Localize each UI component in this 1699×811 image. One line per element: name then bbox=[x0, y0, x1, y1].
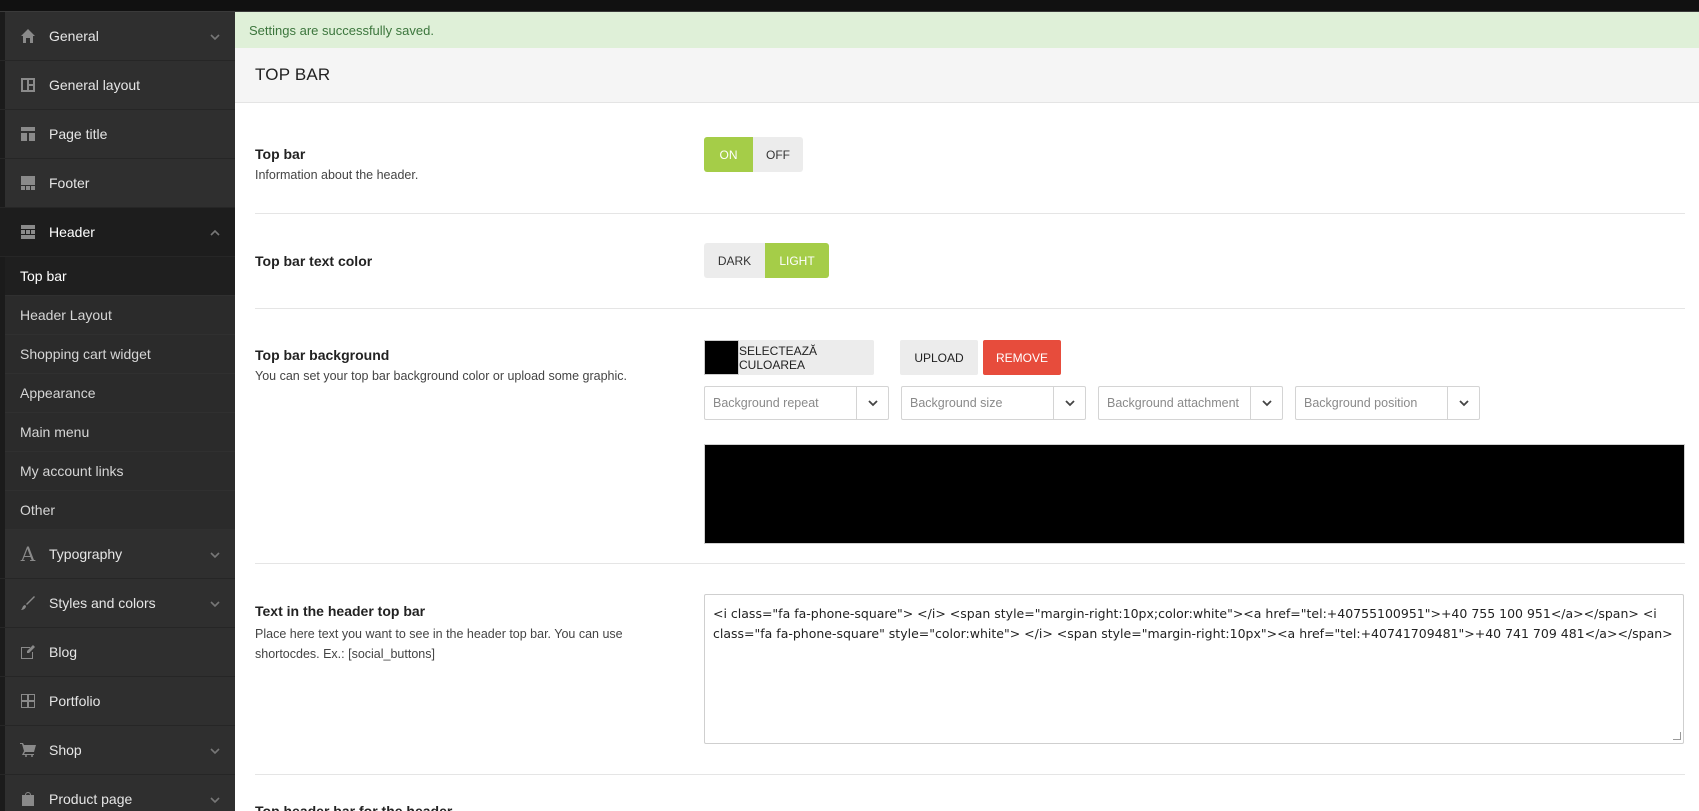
setting-header-text: Text in the header top bar Place here te… bbox=[255, 564, 1685, 775]
footer-icon bbox=[19, 174, 37, 192]
sidebar-item-portfolio[interactable]: Portfolio bbox=[0, 677, 235, 726]
sidebar-item-product-page[interactable]: Product page bbox=[0, 775, 235, 811]
background-preview bbox=[704, 444, 1685, 544]
sidebar-subitem-other[interactable]: Other bbox=[0, 491, 235, 530]
sidebar-item-shop[interactable]: Shop bbox=[0, 726, 235, 775]
sidebar-item-label: Product page bbox=[49, 791, 133, 807]
select-placeholder: Background attachment bbox=[1107, 396, 1240, 410]
sidebar-subitem-appearance[interactable]: Appearance bbox=[0, 374, 235, 413]
page-title-icon bbox=[19, 125, 37, 143]
sidebar-item-label: Header bbox=[49, 224, 95, 240]
sidebar-subitem-main-menu[interactable]: Main menu bbox=[0, 413, 235, 452]
chevron-down-icon bbox=[1250, 387, 1282, 419]
chevron-down-icon bbox=[856, 387, 888, 419]
chevron-down-icon bbox=[209, 30, 221, 42]
setting-description: Information about the header. bbox=[255, 168, 419, 182]
sidebar-item-general[interactable]: General bbox=[0, 12, 235, 61]
select-color-button[interactable]: SELECTEAZĂ CULOAREA bbox=[739, 340, 874, 375]
header-icon bbox=[19, 223, 37, 241]
chevron-down-icon bbox=[1447, 387, 1479, 419]
sidebar-item-label: Typography bbox=[49, 546, 123, 562]
top-bar-off-button[interactable]: OFF bbox=[753, 137, 803, 172]
chevron-up-icon bbox=[209, 226, 221, 238]
top-bar-on-button[interactable]: ON bbox=[704, 137, 753, 172]
page-title: TOP BAR bbox=[255, 65, 331, 84]
chevron-down-icon bbox=[1053, 387, 1085, 419]
resize-handle[interactable] bbox=[1673, 732, 1681, 740]
sidebar-item-label: Footer bbox=[49, 175, 90, 191]
sidebar-item-label: Blog bbox=[49, 644, 78, 660]
sidebar-item-label: General bbox=[49, 28, 99, 44]
select-placeholder: Background size bbox=[910, 396, 1003, 410]
window-top-strip bbox=[0, 0, 1699, 12]
layout-icon bbox=[19, 76, 37, 94]
sidebar-subitem-header-layout[interactable]: Header Layout bbox=[0, 296, 235, 335]
setting-label: Top bar bbox=[255, 146, 306, 162]
cart-icon bbox=[19, 741, 37, 759]
sidebar-item-footer[interactable]: Footer bbox=[0, 159, 235, 208]
typography-icon: A bbox=[20, 542, 36, 566]
success-notice: Settings are successfully saved. bbox=[235, 12, 1699, 48]
home-icon bbox=[19, 27, 37, 45]
setting-label-next: Top header bar for the header bbox=[255, 803, 453, 811]
background-attachment-select[interactable]: Background attachment bbox=[1098, 386, 1283, 420]
settings-sidebar: General General layout Page title Footer… bbox=[0, 12, 235, 811]
top-bar-toggle: ON OFF bbox=[704, 137, 803, 172]
settings-main: Settings are successfully saved. TOP BAR… bbox=[235, 12, 1699, 811]
chevron-down-icon bbox=[209, 793, 221, 805]
product-icon bbox=[19, 790, 37, 808]
sidebar-item-page-title[interactable]: Page title bbox=[0, 110, 235, 159]
background-size-select[interactable]: Background size bbox=[901, 386, 1086, 420]
sidebar-item-styles-and-colors[interactable]: Styles and colors bbox=[0, 579, 235, 628]
sidebar-subitem-top-bar[interactable]: Top bar bbox=[0, 257, 235, 296]
setting-label: Top bar text color bbox=[255, 253, 373, 269]
setting-description: You can set your top bar background colo… bbox=[255, 369, 627, 383]
sidebar-item-header[interactable]: Header bbox=[0, 208, 235, 257]
text-color-toggle: DARK LIGHT bbox=[704, 243, 829, 278]
setting-label: Top bar background bbox=[255, 347, 390, 363]
upload-button[interactable]: UPLOAD bbox=[900, 340, 978, 375]
setting-top-bar: Top bar Information about the header. ON… bbox=[255, 103, 1685, 214]
header-text-textarea[interactable]: <i class="fa fa-phone-square"> </i> <spa… bbox=[704, 594, 1684, 744]
sidebar-item-label: Page title bbox=[49, 126, 108, 142]
blog-icon bbox=[19, 643, 37, 661]
background-repeat-select[interactable]: Background repeat bbox=[704, 386, 889, 420]
sidebar-subitem-shopping-cart-widget[interactable]: Shopping cart widget bbox=[0, 335, 235, 374]
sidebar-item-label: Shop bbox=[49, 742, 82, 758]
select-placeholder: Background position bbox=[1304, 396, 1418, 410]
setting-description: Place here text you want to see in the h… bbox=[255, 627, 623, 661]
header-submenu: Top bar Header Layout Shopping cart widg… bbox=[0, 257, 235, 530]
text-color-light-button[interactable]: LIGHT bbox=[765, 243, 829, 278]
setting-text-color: Top bar text color DARK LIGHT bbox=[255, 214, 1685, 309]
brush-icon bbox=[19, 594, 37, 612]
sidebar-item-label: Styles and colors bbox=[49, 595, 156, 611]
select-placeholder: Background repeat bbox=[713, 396, 819, 410]
background-position-select[interactable]: Background position bbox=[1295, 386, 1480, 420]
portfolio-icon bbox=[19, 692, 37, 710]
chevron-down-icon bbox=[209, 597, 221, 609]
sidebar-subitem-my-account-links[interactable]: My account links bbox=[0, 452, 235, 491]
sidebar-item-blog[interactable]: Blog bbox=[0, 628, 235, 677]
sidebar-item-typography[interactable]: A Typography bbox=[0, 530, 235, 579]
chevron-down-icon bbox=[209, 548, 221, 560]
setting-top-bar-background: Top bar background You can set your top … bbox=[255, 309, 1685, 564]
background-color-swatch[interactable] bbox=[704, 340, 739, 375]
setting-label: Text in the header top bar bbox=[255, 603, 426, 619]
remove-button[interactable]: REMOVE bbox=[983, 340, 1061, 375]
page-header: TOP BAR bbox=[235, 48, 1699, 103]
sidebar-item-label: Portfolio bbox=[49, 693, 101, 709]
sidebar-item-general-layout[interactable]: General layout bbox=[0, 61, 235, 110]
sidebar-item-label: General layout bbox=[49, 77, 141, 93]
text-color-dark-button[interactable]: DARK bbox=[704, 243, 765, 278]
chevron-down-icon bbox=[209, 744, 221, 756]
